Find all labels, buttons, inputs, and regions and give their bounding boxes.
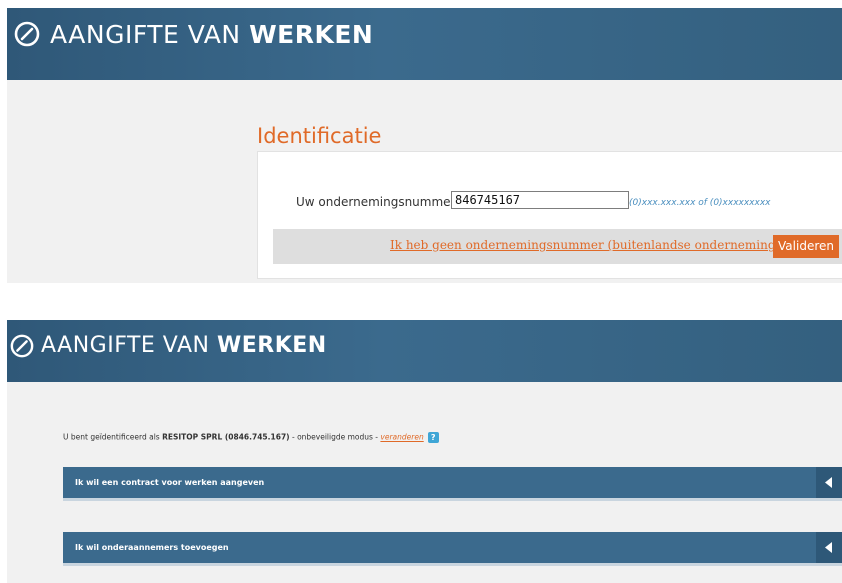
- app-header: AANGIFTE VAN WERKEN: [7, 320, 842, 382]
- identified-company: RESITOP SPRL (0846.745.167): [162, 432, 290, 442]
- company-number-format-hint: (0)xxx.xxx.xxx of (0)xxxxxxxxx: [629, 198, 771, 208]
- app-title: AANGIFTE VAN WERKEN: [50, 20, 374, 49]
- status-mode: - onbeveiligde modus -: [289, 432, 381, 442]
- company-number-label: Uw ondernemingsnummer: [296, 195, 456, 209]
- change-identity-link[interactable]: veranderen: [380, 433, 423, 442]
- form-action-bar: Ik heb geen ondernemingsnummer (buitenla…: [273, 229, 842, 264]
- app-header: AANGIFTE VAN WERKEN: [7, 8, 842, 80]
- status-prefix: U bent geïdentificeerd als: [63, 432, 163, 442]
- section-add-subcontractors[interactable]: Ik wil onderaannemers toevoegen: [63, 532, 842, 566]
- section-label: Ik wil een contract voor werken aangeven: [75, 478, 265, 487]
- section-toggle[interactable]: [816, 467, 842, 498]
- section-toggle[interactable]: [816, 532, 842, 563]
- identified-screen: AANGIFTE VAN WERKEN U bent geïdentificee…: [7, 320, 842, 583]
- identification-screen: AANGIFTE VAN WERKEN Identificatie Uw ond…: [7, 8, 842, 283]
- page-title: Identificatie: [257, 124, 382, 148]
- logo-circle-slash-icon: [10, 334, 34, 358]
- identification-status: U bent geïdentificeerd als RESITOP SPRL …: [63, 432, 439, 443]
- logo-circle-slash-icon: [14, 21, 40, 47]
- help-icon[interactable]: ?: [427, 432, 439, 443]
- triangle-left-icon: [825, 542, 832, 553]
- triangle-left-icon: [825, 477, 832, 488]
- section-declare-contract[interactable]: Ik wil een contract voor werken aangeven: [63, 467, 842, 501]
- section-label: Ik wil onderaannemers toevoegen: [75, 543, 229, 552]
- identification-form: Uw ondernemingsnummer (0)xxx.xxx.xxx of …: [257, 151, 842, 279]
- app-title: AANGIFTE VAN WERKEN: [41, 333, 327, 358]
- no-company-number-link[interactable]: Ik heb geen ondernemingsnummer (buitenla…: [390, 238, 780, 252]
- validate-button[interactable]: Valideren: [773, 235, 839, 258]
- company-number-input[interactable]: [451, 191, 629, 209]
